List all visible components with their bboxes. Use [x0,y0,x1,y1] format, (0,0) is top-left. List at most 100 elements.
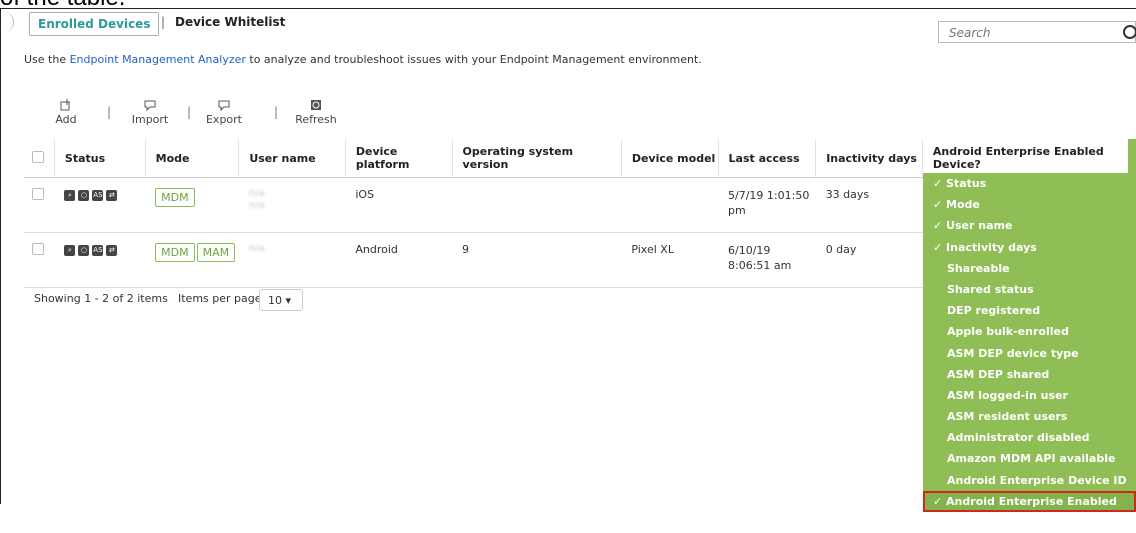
add-button[interactable]: Add [50,99,82,126]
column-option-inactivity-days[interactable]: ✓ Inactivity days [923,237,1136,258]
search-icon[interactable] [1123,25,1136,39]
pagination-summary: Showing 1 - 2 of 2 items [34,292,168,305]
status-icons: ⌕ ○ AS ⇄ [64,188,120,201]
user-name-cell: n/a [238,232,346,288]
refresh-label: Refresh [295,113,337,126]
column-option-label: Mode [946,198,980,212]
check-icon: ✓ [933,177,947,190]
column-header-status[interactable]: Status [54,139,146,178]
user-name-line1: n/a [248,188,265,199]
check-icon: ✓ [933,494,947,508]
items-per-page-select[interactable]: 10 ▾ [259,289,303,311]
last-access-cell: 6/10/19 8:06:51 am [718,232,816,288]
mode-badge-mam: MAM [196,243,236,262]
column-option-mode[interactable]: ✓ Mode [923,194,1136,215]
frame-border-top [0,8,1136,9]
column-option-asm-dep-device-type[interactable]: ASM DEP device type [923,343,1136,364]
mode-badge-mdm: MDM [155,243,195,262]
check-icon: ✓ [933,198,947,212]
as-icon: AS [92,244,104,256]
import-label: Import [131,113,169,126]
column-option-label: Status [946,177,987,190]
column-option-label: User name [946,219,1013,233]
import-icon [144,100,156,111]
column-option-asm-resident-users[interactable]: ASM resident users [923,406,1136,427]
shuffle-icon: ⇄ [106,189,118,201]
export-button[interactable]: Export [198,99,250,126]
refresh-icon [311,100,321,110]
column-option-amazon-mdm-api[interactable]: Amazon MDM API available [923,448,1136,469]
column-header-device-model[interactable]: Device model [621,139,719,178]
user-name-line2: n/a [248,200,265,211]
status-icons: ⌕ ○ AS ⇄ [64,243,120,256]
column-header-mode[interactable]: Mode [145,139,240,178]
column-header-user-name[interactable]: User name [238,139,346,178]
toolbar-separator: | [107,105,112,119]
last-access-cell: 5/7/19 1:01:50 pm [718,177,816,233]
os-version-cell: 9 [452,232,622,288]
column-header-inactivity-days[interactable]: Inactivity days [815,139,923,178]
lock-icon: ○ [78,189,90,201]
model-cell [621,177,719,233]
select-all-checkbox[interactable] [32,150,44,163]
column-option-android-enterprise-device-id[interactable]: Android Enterprise Device ID [923,470,1136,491]
export-icon [218,100,230,111]
refresh-button[interactable]: Refresh [290,99,342,126]
column-header-device-platform[interactable]: Device platform [345,139,453,178]
import-button[interactable]: Import [124,99,176,126]
column-chooser-menu: ✓ Status ✓ Mode ✓ User name ✓ Inactivity… [923,173,1136,529]
items-per-page-label: Items per page: [178,292,266,305]
column-header-last-access[interactable]: Last access [718,139,817,178]
column-option-apple-bulk-enrolled[interactable]: Apple bulk-enrolled [923,321,1136,342]
column-header-os-version[interactable]: Operating system version [452,139,622,178]
column-option-dep-registered[interactable]: DEP registered [923,300,1136,321]
select-all-cell[interactable] [24,139,55,178]
info-suffix: to analyze and troubleshoot issues with … [245,53,702,66]
status-cell: ⌕ ○ AS ⇄ [54,232,146,288]
table-header-row: Status Mode User name Device platform Op… [24,139,1136,178]
row-checkbox[interactable] [32,188,44,200]
add-icon [60,99,70,111]
column-option-label: Inactivity days [946,240,1037,254]
header-separator: | [161,15,166,29]
mode-cell: MDM [145,177,239,233]
shuffle-icon: ⇄ [106,244,118,256]
column-chooser-toggle[interactable] [1128,139,1136,173]
mode-cell: MDM MAM [145,232,239,288]
check-icon: ✓ [933,219,947,233]
phone-icon: ⌕ [64,244,76,256]
row-select-cell[interactable] [24,232,55,288]
column-option-shared-status[interactable]: Shared status [923,279,1136,300]
column-option-android-enterprise-enabled[interactable]: ✓ Android Enterprise Enabled Device? [923,490,1136,529]
inactivity-cell: 0 day [815,232,923,288]
add-label: Add [55,113,77,126]
column-option-label: Android Enterprise Enabled Device? [933,494,1117,530]
analyzer-info: Use the Endpoint Management Analyzer to … [24,53,702,66]
toolbar-separator: | [187,105,192,119]
user-name-line1: n/a [248,243,265,254]
column-option-user-name[interactable]: ✓ User name [923,215,1136,236]
column-option-status[interactable]: ✓ Status [923,173,1136,194]
analyzer-link[interactable]: Endpoint Management Analyzer [70,53,246,66]
as-icon: AS [92,189,104,201]
inactivity-cell: 33 days [815,177,923,233]
search-input[interactable] [939,23,1119,43]
back-chevron-icon[interactable] [3,12,14,32]
toolbar-separator: | [274,105,279,119]
lock-icon: ○ [78,244,90,256]
tab-device-whitelist[interactable]: Device Whitelist [175,15,285,29]
column-header-android-enterprise[interactable]: Android Enterprise Enabled Device? [922,139,1136,178]
column-option-asm-logged-in-user[interactable]: ASM logged-in user [923,385,1136,406]
row-select-cell[interactable] [24,177,55,233]
search-box[interactable] [938,21,1136,43]
row-checkbox[interactable] [32,243,44,255]
column-option-administrator-disabled[interactable]: Administrator disabled [923,427,1136,448]
export-label: Export [205,113,242,126]
column-option-shareable[interactable]: Shareable [923,258,1136,279]
os-version-cell [452,177,622,233]
column-option-asm-dep-shared[interactable]: ASM DEP shared [923,364,1136,385]
status-cell: ⌕ ○ AS ⇄ [54,177,146,233]
tab-enrolled-devices[interactable]: Enrolled Devices [29,12,160,36]
platform-cell: Android [345,232,453,288]
check-icon: ✓ [933,240,947,254]
